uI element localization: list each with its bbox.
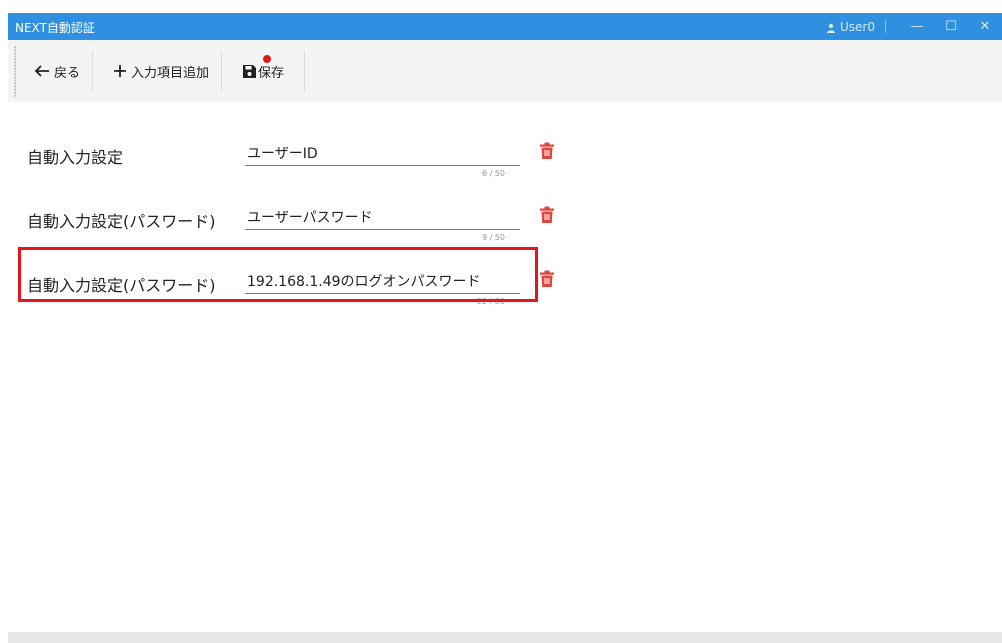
- back-button[interactable]: 戻る: [22, 51, 92, 91]
- form-row: 自動入力設定 6 / 50: [8, 120, 568, 178]
- field-label: 自動入力設定(パスワード): [27, 212, 216, 231]
- add-field-label: 入力項目追加: [131, 65, 210, 81]
- user-name[interactable]: User0: [840, 20, 875, 34]
- status-bar: [8, 632, 1002, 643]
- title-separator: [885, 20, 886, 33]
- trash-icon[interactable]: [540, 206, 556, 226]
- toolbar-grip-handle[interactable]: [14, 46, 16, 98]
- trash-icon[interactable]: [540, 142, 556, 162]
- arrow-left-icon: [34, 64, 50, 78]
- toolbar: 戻る 入力項目追加 保存: [8, 40, 1002, 102]
- close-button[interactable]: ✕: [968, 13, 1002, 40]
- save-button[interactable]: 保存: [222, 51, 304, 91]
- save-label: 保存: [258, 65, 285, 81]
- minimize-button[interactable]: —: [900, 13, 934, 40]
- floppy-disk-icon: [242, 64, 257, 79]
- trash-icon[interactable]: [540, 270, 556, 290]
- plus-icon: [113, 64, 127, 78]
- title-bar-controls: User0 — ☐ ✕: [826, 13, 1002, 40]
- character-counter: 6 / 50: [481, 169, 505, 178]
- form-row: 自動入力設定(パスワード) 9 / 50: [8, 184, 568, 242]
- app-window: NEXT自動認証 User0 — ☐ ✕ 戻る 入力項目追加 保存 自動入力設定…: [8, 13, 1002, 643]
- maximize-button[interactable]: ☐: [934, 13, 968, 40]
- highlight-box: [18, 247, 538, 302]
- field-value-input[interactable]: [245, 140, 520, 166]
- character-counter: 9 / 50: [481, 233, 505, 242]
- app-title: NEXT自動認証: [15, 21, 95, 35]
- title-bar: NEXT自動認証 User0 — ☐ ✕: [8, 13, 1002, 40]
- field-label: 自動入力設定: [27, 148, 124, 167]
- unsaved-indicator-dot: [263, 55, 272, 63]
- field-value-input[interactable]: [245, 204, 520, 230]
- back-label: 戻る: [54, 65, 81, 81]
- toolbar-separator: [304, 51, 306, 91]
- add-field-button[interactable]: 入力項目追加: [93, 51, 221, 91]
- person-icon: [826, 22, 836, 33]
- settings-form: 自動入力設定 6 / 50 自動入力設定(パスワード) 9 / 50 自動入力設…: [8, 102, 1002, 632]
